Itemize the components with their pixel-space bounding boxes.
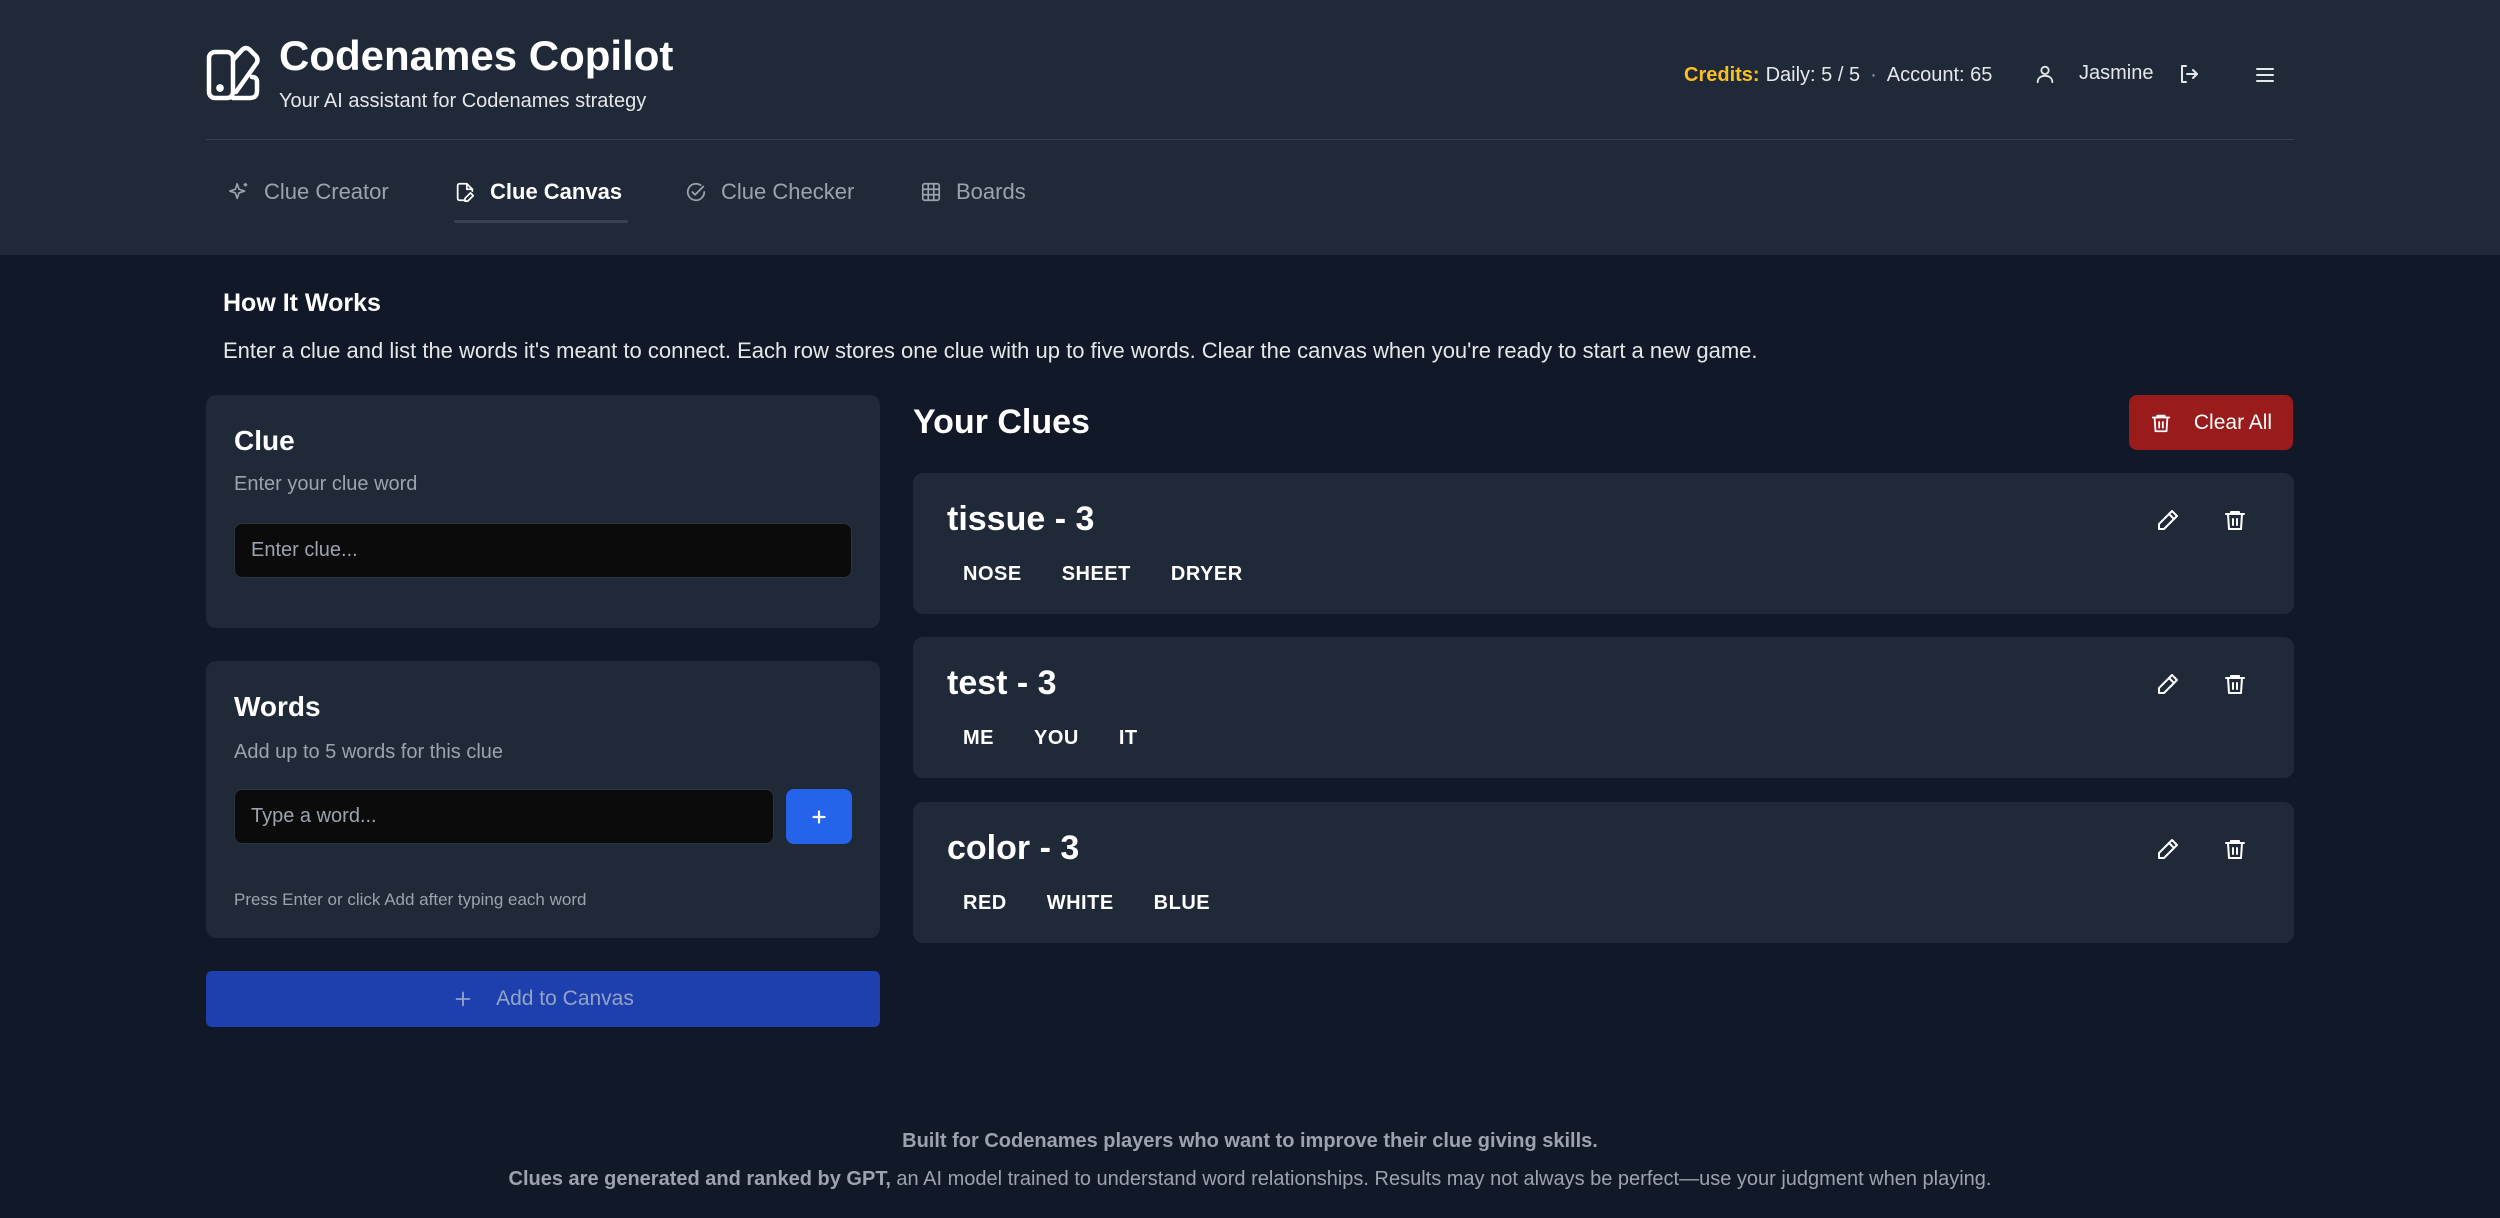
clue-form-description: Enter your clue word (234, 473, 418, 495)
clue-form-title: Clue (234, 425, 295, 456)
clue-heading: color - 3 (947, 829, 1080, 867)
plus-icon (452, 988, 474, 1010)
clear-all-label: Clear All (2193, 410, 2273, 434)
clue-word-list: ME YOU IT (947, 723, 1154, 754)
clue-card: tissue - 3 NOSE SHEET DRYER (913, 473, 2294, 614)
clue-card: color - 3 RED WHITE BLUE (913, 802, 2294, 943)
add-word-button[interactable] (786, 789, 852, 844)
credits-separator: · (1870, 63, 1877, 86)
user-icon (2034, 63, 2056, 85)
word-chip: YOU (1034, 727, 1079, 749)
trash-icon[interactable] (2223, 672, 2247, 696)
credits-daily: Daily: 5 / 5 (1765, 63, 1861, 86)
footer-disclaimer-rest: an AI model trained to understand word r… (890, 1168, 1992, 1190)
tab-clue-creator[interactable]: Clue Creator (228, 172, 389, 212)
tab-label: Clue Creator (264, 179, 389, 204)
how-it-works-title: How It Works (223, 289, 381, 317)
word-chip: NOSE (963, 563, 1022, 585)
header-divider (206, 139, 2294, 140)
trash-icon (2150, 412, 2172, 434)
footer-tagline: Built for Codenames players who want to … (902, 1130, 1598, 1152)
edit-icon[interactable] (2156, 837, 2180, 861)
clear-all-button[interactable]: Clear All (2129, 395, 2293, 450)
word-chip: SHEET (1061, 563, 1131, 585)
edit-icon[interactable] (2156, 508, 2180, 532)
clue-input[interactable] (234, 523, 852, 578)
edit-icon[interactable] (2156, 672, 2180, 696)
clue-heading: tissue - 3 (947, 500, 1095, 538)
tab-label: Clue Canvas (490, 179, 623, 204)
clue-card: test - 3 ME YOU IT (913, 637, 2294, 778)
word-chip: IT (1118, 727, 1138, 749)
app-header: Codenames Copilot Your AI assistant for … (0, 0, 2500, 255)
sparkles-icon (228, 181, 250, 203)
app-title: Codenames Copilot (279, 32, 674, 79)
credits-label: Credits: (1684, 63, 1760, 86)
clue-word-list: NOSE SHEET DRYER (947, 559, 1259, 590)
word-chip: ME (963, 727, 994, 749)
words-hint: Press Enter or click Add after typing ea… (234, 890, 587, 909)
add-to-canvas-label: Add to Canvas (496, 987, 634, 1010)
word-input[interactable] (234, 789, 774, 844)
credits-summary: Credits: Daily: 5 / 5 · Account: 65 (1684, 62, 1992, 88)
tab-clue-canvas[interactable]: Clue Canvas (454, 172, 622, 212)
word-chip: DRYER (1170, 563, 1243, 585)
tab-clue-checker[interactable]: Clue Checker (685, 172, 854, 212)
add-to-canvas-button[interactable]: Add to Canvas (206, 971, 880, 1027)
logout-icon[interactable] (2177, 62, 2201, 86)
words-form-description: Add up to 5 words for this clue (234, 741, 504, 763)
file-pen-icon (454, 181, 476, 203)
tab-label: Clue Checker (721, 179, 855, 204)
clue-word-list: RED WHITE BLUE (947, 888, 1226, 919)
active-tab-indicator (454, 220, 628, 223)
words-form-title: Words (234, 691, 321, 722)
footer-disclaimer: Clues are generated and ranked by GPT, a… (0, 1168, 2500, 1191)
plus-icon (808, 806, 830, 828)
trash-icon[interactable] (2223, 508, 2247, 532)
trash-icon[interactable] (2223, 837, 2247, 861)
tab-boards[interactable]: Boards (920, 172, 1026, 212)
clue-heading: test - 3 (947, 664, 1057, 702)
cards-logo-icon (206, 44, 260, 102)
clue-form-card: Clue Enter your clue word (206, 395, 880, 628)
tab-label: Boards (956, 179, 1026, 204)
menu-icon[interactable] (2253, 63, 2277, 87)
your-clues-title: Your Clues (913, 403, 1090, 441)
app-subtitle: Your AI assistant for Codenames strategy (279, 90, 647, 112)
footer-disclaimer-bold: Clues are generated and ranked by GPT, (508, 1168, 891, 1190)
how-it-works-text: Enter a clue and list the words it's mea… (223, 338, 1758, 363)
word-chip: RED (963, 892, 1007, 914)
credits-account: Account: 65 (1886, 63, 1993, 86)
word-chip: WHITE (1046, 892, 1114, 914)
user-name[interactable]: Jasmine (2079, 62, 2153, 85)
word-chip: BLUE (1153, 892, 1211, 914)
grid-icon (920, 181, 942, 203)
check-circle-icon (685, 181, 707, 203)
